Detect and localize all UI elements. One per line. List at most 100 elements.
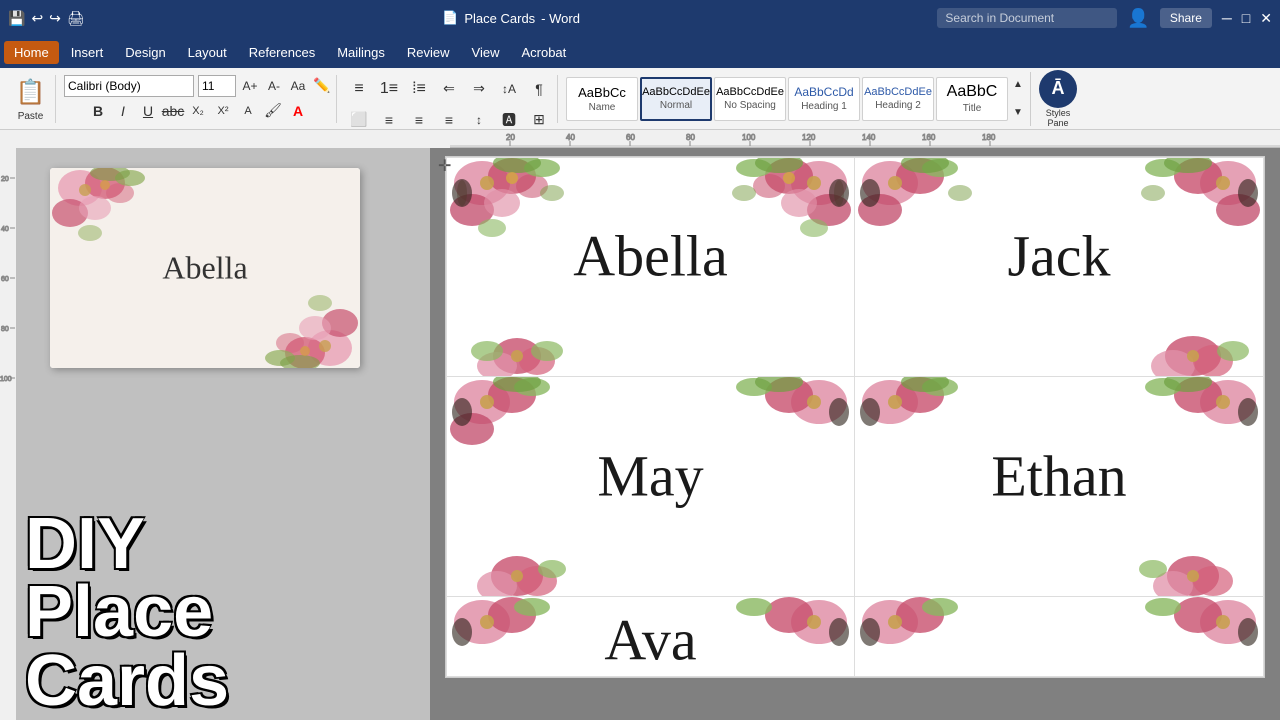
paragraph-group: ≡ 1≡ ⁞≡ ⇐ ⇒ ↕A ¶ ⬜ ≡ ≡ ≡ ↕ 🅰 ⊞ [341, 75, 558, 123]
superscript-btn[interactable]: X² [212, 100, 234, 122]
thumbnail-name: Abella [50, 250, 360, 287]
style-normal[interactable]: AaBbCcDdEe Normal [640, 77, 712, 121]
paste-button[interactable]: 📋 [13, 75, 49, 111]
style-title[interactable]: AaBbC Title [936, 77, 1008, 121]
diy-text-line1: DIY [25, 510, 420, 578]
bold-btn[interactable]: B [87, 100, 109, 122]
place-card-5[interactable]: Ava [446, 597, 855, 677]
multilevel-btn[interactable]: ⁞≡ [405, 75, 433, 103]
paste-label: Paste [18, 111, 44, 122]
svg-text:60: 60 [626, 133, 635, 142]
font-grow-btn[interactable]: A+ [240, 76, 260, 96]
quick-access-print[interactable]: 🖨 [67, 10, 85, 27]
numbering-btn[interactable]: 1≡ [375, 75, 403, 103]
document-title: Place Cards [464, 11, 535, 26]
svg-text:140: 140 [862, 133, 876, 142]
highlight-btn[interactable]: ✏️ [312, 76, 332, 96]
quick-access-undo[interactable]: ↩ [31, 10, 43, 27]
place-card-2[interactable]: Jack [855, 157, 1264, 377]
quick-access-save[interactable]: 💾 [8, 10, 25, 27]
svg-text:40: 40 [566, 133, 575, 142]
place-card-1[interactable]: Abella [446, 157, 855, 377]
menu-acrobat[interactable]: Acrobat [511, 41, 576, 64]
svg-text:160: 160 [922, 133, 936, 142]
clear-format-btn[interactable]: Aa [288, 76, 308, 96]
menu-review[interactable]: Review [397, 41, 460, 64]
menu-view[interactable]: View [462, 41, 510, 64]
styles-pane-icon: Ā [1039, 70, 1077, 108]
align-right-btn[interactable]: ≡ [405, 106, 433, 134]
bullets-btn[interactable]: ≡ [345, 75, 373, 103]
svg-text:100: 100 [0, 376, 12, 383]
move-cursor[interactable]: ✛ [438, 156, 451, 176]
italic-btn[interactable]: I [112, 100, 134, 122]
cards-grid: Abella [445, 156, 1265, 678]
underline-btn[interactable]: U [137, 100, 159, 122]
diy-overlay: DIY Place Cards [15, 510, 430, 715]
place-card-6[interactable] [855, 597, 1264, 677]
svg-text:20: 20 [506, 133, 515, 142]
menu-insert[interactable]: Insert [61, 41, 114, 64]
card-name-4: Ethan [855, 442, 1263, 509]
style-name[interactable]: AaBbCc Name [566, 77, 638, 121]
styles-down-btn[interactable]: ▼ [1010, 105, 1026, 121]
search-input[interactable] [937, 8, 1117, 28]
svg-text:20: 20 [1, 176, 9, 183]
styles-up-btn[interactable]: ▲ [1010, 77, 1026, 93]
indent-btn[interactable]: ⇒ [465, 75, 493, 103]
toolbar: 📋 Paste A+ A- Aa ✏️ B I U abc X₂ X² A 🖌 … [0, 68, 1280, 130]
font-color-btn[interactable]: A [237, 100, 259, 122]
show-marks-btn[interactable]: ¶ [525, 75, 553, 103]
menu-layout[interactable]: Layout [178, 41, 237, 64]
svg-text:180: 180 [982, 133, 996, 142]
svg-text:80: 80 [686, 133, 695, 142]
svg-text:120: 120 [802, 133, 816, 142]
horizontal-ruler: 20 40 60 80 100 120 140 160 180 [450, 130, 1280, 148]
card-name-2: Jack [855, 223, 1263, 290]
minimize-btn[interactable]: ─ [1222, 10, 1232, 26]
menu-design[interactable]: Design [115, 41, 175, 64]
align-left-btn[interactable]: ⬜ [345, 106, 373, 134]
paste-group: 📋 Paste [6, 75, 56, 123]
font-size-input[interactable] [198, 75, 236, 97]
place-card-4[interactable]: Ethan [855, 377, 1264, 597]
font-shrink-btn[interactable]: A- [264, 76, 284, 96]
menu-references[interactable]: References [239, 41, 325, 64]
subscript-btn[interactable]: X₂ [187, 100, 209, 122]
menu-home[interactable]: Home [4, 41, 59, 64]
styles-pane-area: Ā StylesPane [1035, 70, 1081, 128]
font-name-input[interactable] [64, 75, 194, 97]
user-account-icon[interactable]: 👤 [1127, 8, 1149, 29]
outdent-btn[interactable]: ⇐ [435, 75, 463, 103]
card-name-3: May [447, 442, 854, 509]
place-card-3[interactable]: May [446, 377, 855, 597]
svg-text:100: 100 [742, 133, 756, 142]
app-name: - Word [541, 11, 580, 26]
style-heading2[interactable]: AaBbCcDdEe Heading 2 [862, 77, 934, 121]
share-button[interactable]: Share [1160, 8, 1212, 28]
maximize-btn[interactable]: □ [1242, 10, 1250, 26]
close-btn[interactable]: ✕ [1260, 10, 1272, 27]
document-page: Abella [445, 156, 1265, 678]
menu-mailings[interactable]: Mailings [327, 41, 395, 64]
sort-btn[interactable]: ↕A [495, 75, 523, 103]
align-center-btn[interactable]: ≡ [375, 106, 403, 134]
left-panel: 20 40 60 80 100 [0, 148, 430, 720]
quick-access-redo[interactable]: ↪ [49, 10, 61, 27]
doc-icon: 📄 [442, 10, 458, 26]
vertical-ruler: 20 40 60 80 100 [0, 148, 16, 720]
title-bar: 💾 ↩ ↪ 🖨 📄 Place Cards - Word 👤 Share ─ □… [0, 0, 1280, 36]
style-heading1[interactable]: AaBbCcDd Heading 1 [788, 77, 860, 121]
font-color2-btn[interactable]: A [287, 100, 309, 122]
styles-pane-label[interactable]: StylesPane [1046, 108, 1071, 128]
styles-group: AaBbCc Name AaBbCcDdEe Normal AaBbCcDdEe… [562, 72, 1031, 126]
svg-text:60: 60 [1, 276, 9, 283]
strikethrough-btn[interactable]: abc [162, 100, 184, 122]
style-no-spacing[interactable]: AaBbCcDdEe No Spacing [714, 77, 786, 121]
font-group: A+ A- Aa ✏️ B I U abc X₂ X² A 🖌 A [60, 75, 337, 123]
card-name-1: Abella [447, 223, 854, 290]
card-name-5: Ava [447, 607, 854, 674]
text-highlight-btn[interactable]: 🖌 [262, 100, 284, 122]
main-area: 20 40 60 80 100 [0, 148, 1280, 720]
document-area: ✛ [430, 148, 1280, 720]
